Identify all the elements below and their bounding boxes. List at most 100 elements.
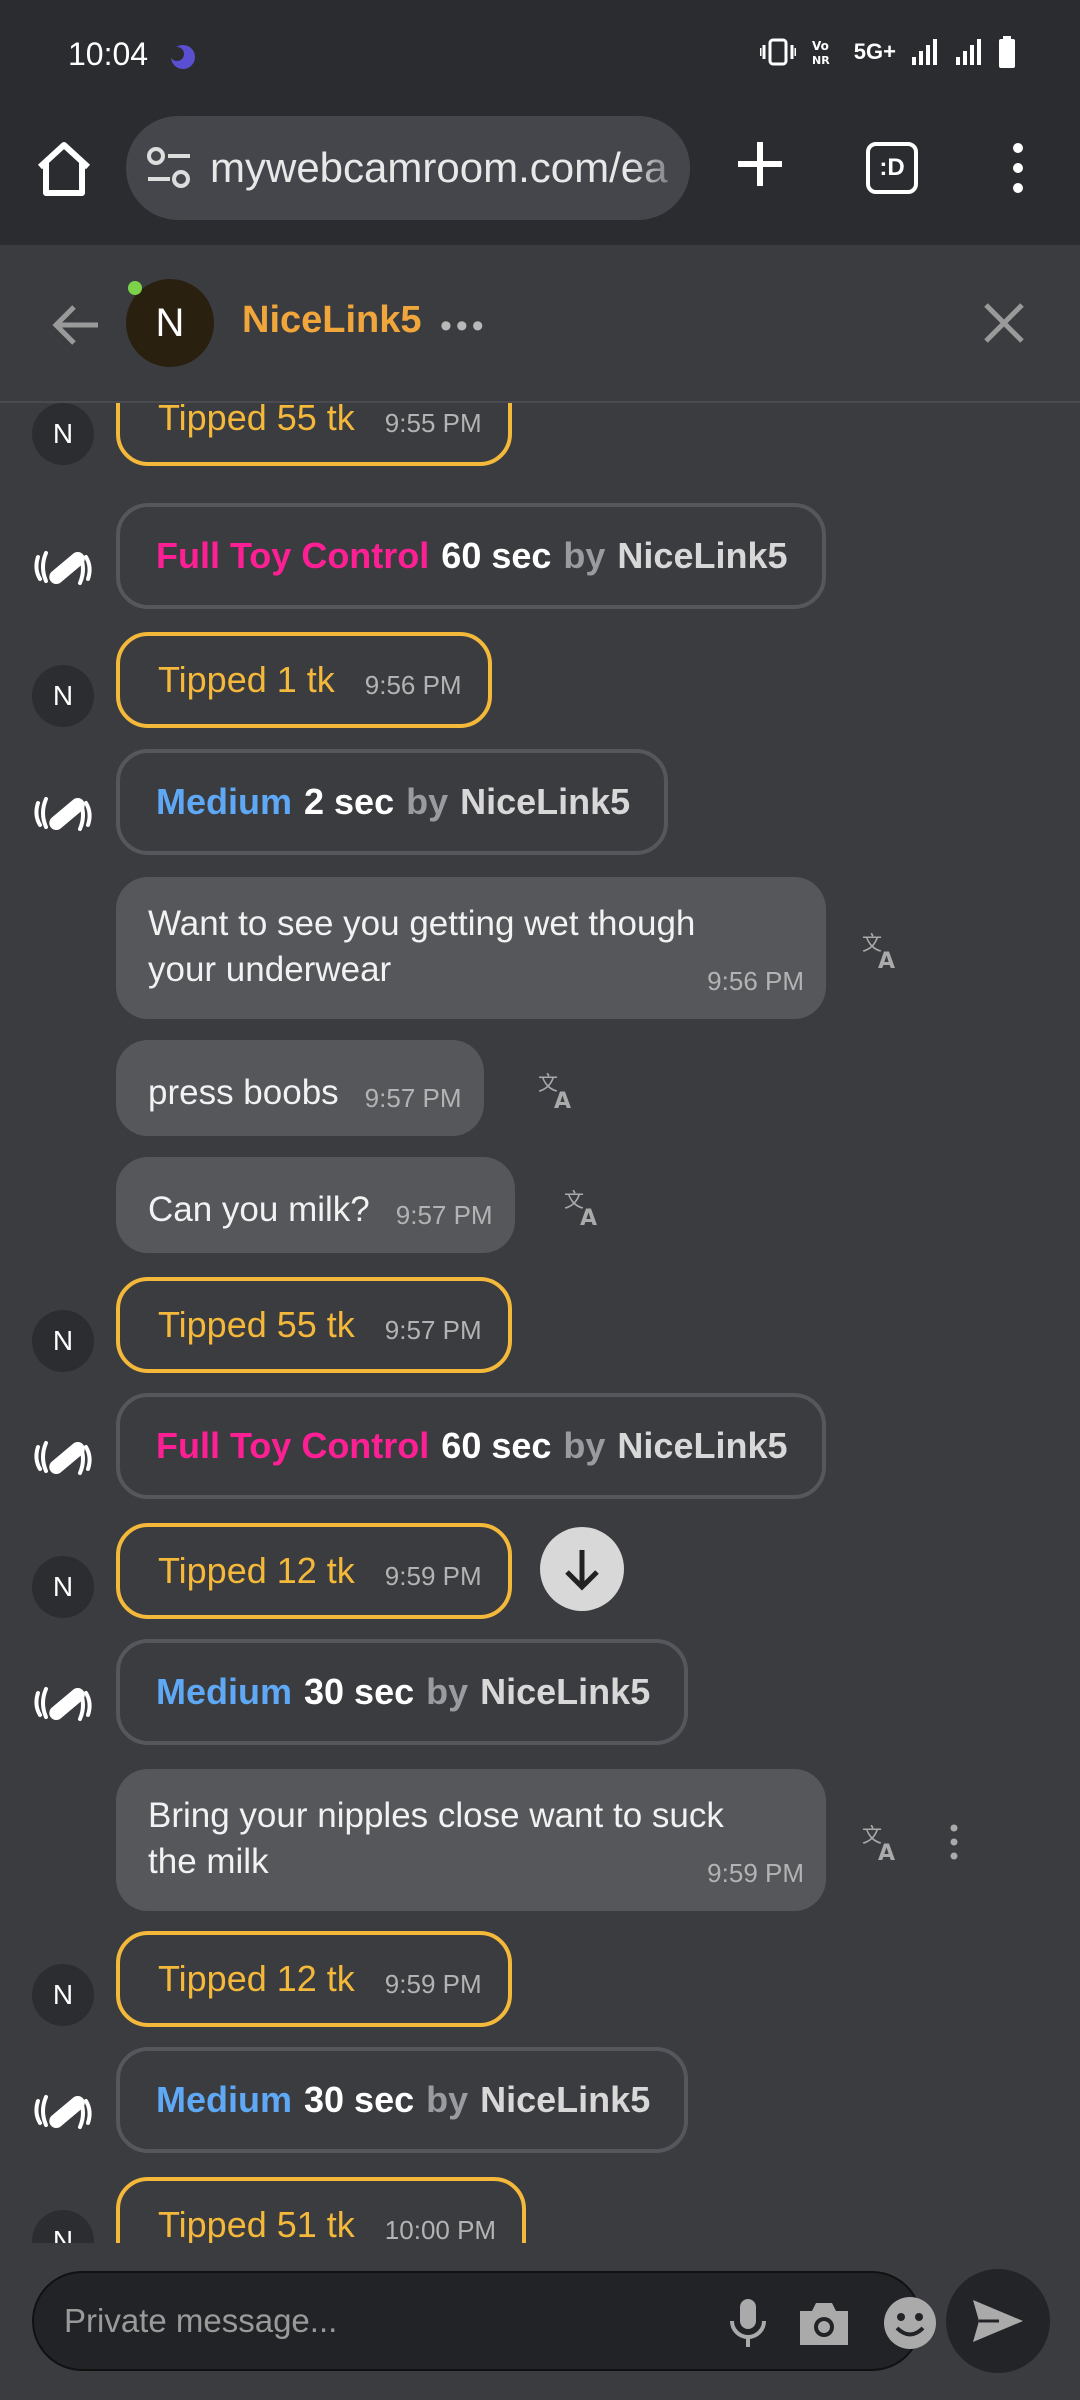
- chat-bubble: Want to see you getting wet though your u…: [116, 877, 826, 1019]
- tip-message: Tipped 1 tk 9:56 PM: [116, 632, 492, 728]
- translate-icon[interactable]: 文A: [538, 1070, 578, 1114]
- status-time: 10:04: [68, 36, 149, 72]
- url-fade: [630, 116, 690, 220]
- send-icon: [973, 2300, 1023, 2342]
- chat-header: N NiceLink5 •••: [0, 245, 1080, 403]
- message-row: Can you milk? 9:57 PM 文 A: [0, 1157, 1080, 1253]
- tip-text: Tipped 12 tk: [158, 1550, 355, 1591]
- tip-message: Tipped 55 tk 9:55 PM: [116, 403, 512, 466]
- translate-icon[interactable]: 文A: [564, 1187, 604, 1231]
- chat-bubble: Bring your nipples close want to suck the…: [116, 1769, 826, 1911]
- status-bar: 10:04 Vo NR 5G+: [0, 0, 1080, 110]
- sender-avatar[interactable]: N: [32, 403, 94, 465]
- toy-user: NiceLink5: [480, 1671, 651, 1712]
- close-icon[interactable]: [978, 297, 1030, 349]
- message-more-icon[interactable]: [946, 1822, 962, 1862]
- toy-by: by: [426, 2079, 469, 2120]
- toy-control-message: Full Toy Control 60 sec by NiceLink5: [116, 503, 826, 609]
- app-notification-icon: [170, 45, 195, 69]
- toy-user: NiceLink5: [460, 781, 631, 822]
- sender-avatar[interactable]: N: [32, 1310, 94, 1372]
- vibrate-icon: [759, 38, 796, 66]
- camera-icon[interactable]: [796, 2299, 852, 2347]
- toy-duration: 60 sec: [441, 535, 552, 576]
- message-text: press boobs: [148, 1073, 339, 1112]
- more-vert-icon[interactable]: [1000, 138, 1036, 198]
- signal-icon-2: [956, 39, 981, 65]
- message-text-line: the milk: [148, 1842, 269, 1881]
- toy-control-message: Medium 2 sec by NiceLink5: [116, 749, 669, 855]
- chat-bubble: Can you milk? 9:57 PM: [116, 1157, 515, 1253]
- battery-icon: [999, 36, 1015, 68]
- browser-toolbar: mywebcamroom.com/ea :D: [0, 110, 1080, 245]
- toy-by: by: [406, 781, 449, 822]
- site-settings-icon[interactable]: [146, 146, 192, 190]
- message-row: N Tipped 1 tk 9:56 PM: [0, 632, 1080, 728]
- microphone-icon[interactable]: [724, 2297, 772, 2349]
- toy-control-message: Medium 30 sec by NiceLink5: [116, 1639, 689, 1745]
- toy-control-message: Medium 30 sec by NiceLink5: [116, 2047, 689, 2153]
- volte-icon: Vo NR: [812, 39, 830, 67]
- translate-icon[interactable]: 文A: [862, 930, 902, 974]
- home-icon[interactable]: [30, 135, 98, 203]
- url-bar[interactable]: mywebcamroom.com/ea: [126, 116, 690, 220]
- toy-duration: 30 sec: [304, 1671, 415, 1712]
- toy-duration: 60 sec: [441, 1425, 552, 1466]
- back-arrow-icon[interactable]: [48, 297, 104, 353]
- message-row: Medium 2 sec by NiceLink5: [0, 749, 1080, 855]
- new-tab-icon[interactable]: [730, 134, 790, 194]
- message-time: 9:59 PM: [707, 1858, 804, 1888]
- vibration-toy-icon: [30, 1425, 96, 1491]
- message-row: N Tipped 51 tk 10:00 PM: [0, 2177, 1080, 2243]
- svg-text:NR: NR: [812, 54, 830, 67]
- message-list[interactable]: N Tipped 55 tk 9:55 PM Full Toy Control 60 s…: [0, 403, 1080, 2243]
- svg-text:A: A: [580, 1206, 597, 1227]
- sender-avatar[interactable]: N: [32, 665, 94, 727]
- toy-by: by: [563, 1425, 606, 1466]
- toy-level: Medium: [156, 1671, 293, 1712]
- tip-text: Tipped 55 tk: [158, 403, 355, 438]
- message-row: Full Toy Control 60 sec by NiceLink5: [0, 1393, 1080, 1499]
- message-time: 9:56 PM: [707, 966, 804, 996]
- send-button[interactable]: [946, 2269, 1050, 2373]
- avatar-letter: N: [52, 1571, 74, 1602]
- url-text[interactable]: mywebcamroom.com/ea: [210, 144, 670, 192]
- scroll-to-bottom-button[interactable]: [540, 1527, 624, 1611]
- message-time: 9:57 PM: [384, 1314, 482, 1345]
- toy-user: NiceLink5: [617, 1425, 788, 1466]
- message-text: Can you milk?: [148, 1190, 370, 1229]
- signal-icon: [912, 39, 937, 65]
- emoji-icon[interactable]: [882, 2295, 938, 2351]
- message-time: 9:55 PM: [384, 407, 482, 438]
- tab-switcher-button[interactable]: :D: [866, 142, 918, 194]
- toy-level: Medium: [156, 781, 293, 822]
- message-input-container[interactable]: [32, 2271, 936, 2371]
- avatar-letter: N: [52, 418, 74, 449]
- status-icons: Vo NR 5G+: [759, 36, 1016, 68]
- sender-avatar[interactable]: N: [32, 2210, 94, 2243]
- toy-user: NiceLink5: [480, 2079, 651, 2120]
- tip-text: Tipped 51 tk: [158, 2204, 355, 2243]
- message-time: 9:56 PM: [364, 669, 462, 700]
- toy-control-message: Full Toy Control 60 sec by NiceLink5: [116, 1393, 826, 1499]
- chat-username[interactable]: NiceLink5: [242, 299, 422, 342]
- toy-level: Medium: [156, 2079, 293, 2120]
- svg-text:Vo: Vo: [812, 39, 829, 53]
- avatar-letter: N: [52, 2225, 74, 2243]
- message-text-line: your underwear: [148, 950, 392, 989]
- tab-switcher-label: :D: [879, 154, 905, 181]
- vibration-toy-icon: [30, 535, 96, 601]
- more-options-button[interactable]: •••: [440, 307, 488, 346]
- message-time: 9:57 PM: [364, 1083, 462, 1113]
- translate-icon[interactable]: 文A: [862, 1822, 902, 1866]
- message-row: Bring your nipples close want to suck the…: [0, 1769, 1080, 1911]
- private-message-input[interactable]: [64, 2273, 684, 2369]
- message-time: 9:59 PM: [384, 1560, 482, 1591]
- sender-avatar[interactable]: N: [32, 1556, 94, 1618]
- sender-avatar[interactable]: N: [32, 1964, 94, 2026]
- vibration-toy-icon: [30, 1671, 96, 1737]
- avatar-letter: N: [52, 680, 74, 711]
- toy-level: Full Toy Control: [156, 1425, 430, 1466]
- svg-text:A: A: [878, 949, 895, 970]
- toy-user: NiceLink5: [617, 535, 788, 576]
